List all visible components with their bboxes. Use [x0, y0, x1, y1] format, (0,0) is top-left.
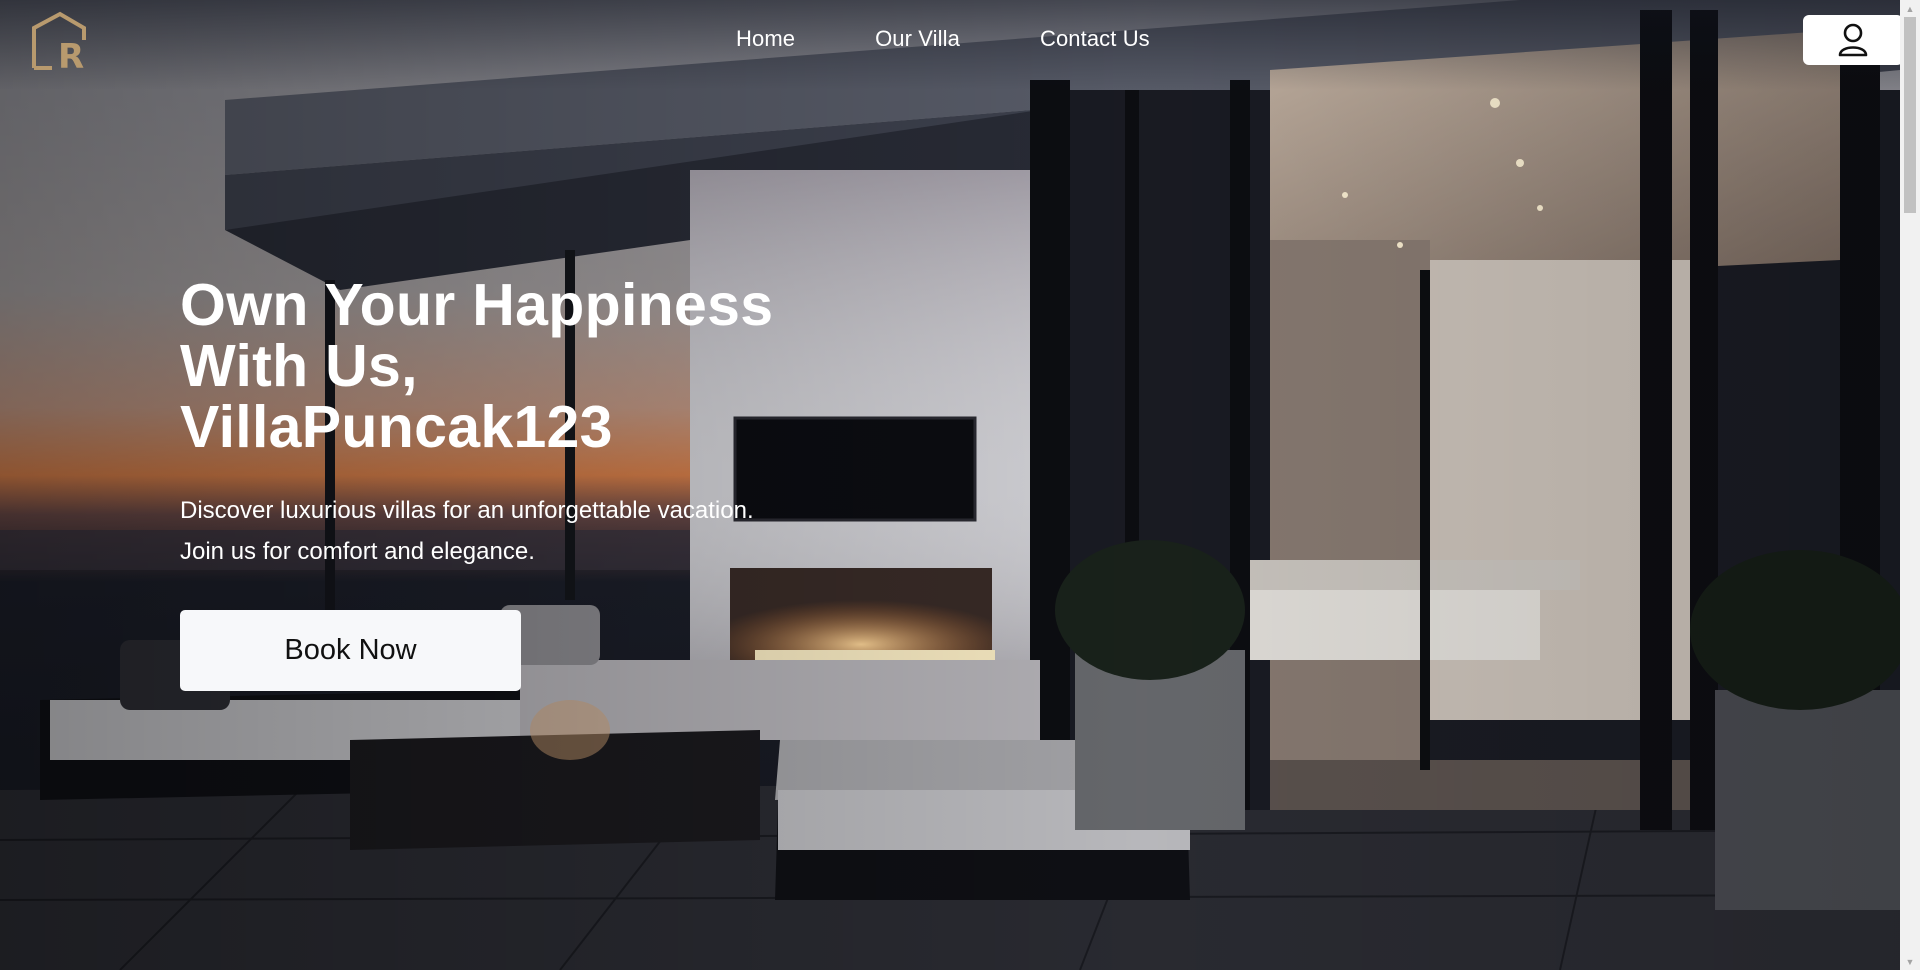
nav-contact-us[interactable]: Contact Us: [1040, 26, 1150, 52]
hero-title-line-2: With Us,: [180, 333, 418, 399]
main-nav: Home Our Villa Contact Us: [736, 26, 1150, 52]
scroll-down-arrow-icon[interactable]: ▼: [1900, 953, 1920, 970]
hero-background-image: [0, 0, 1900, 970]
book-now-button[interactable]: Book Now: [180, 610, 521, 691]
hero-title: Own Your Happiness With Us, VillaPuncak1…: [180, 275, 820, 458]
nav-our-villa[interactable]: Our Villa: [875, 26, 960, 52]
nav-home[interactable]: Home: [736, 26, 795, 52]
vertical-scrollbar[interactable]: ▲ ▼: [1900, 0, 1920, 970]
hero-title-line-3: VillaPuncak123: [180, 394, 613, 460]
brand-logo[interactable]: R: [30, 10, 88, 77]
logo-house-icon: R: [32, 11, 86, 77]
user-icon: [1838, 23, 1868, 57]
hero-title-line-1: Own Your Happiness: [180, 272, 774, 338]
hero-overlay: [0, 0, 1900, 970]
account-button[interactable]: [1803, 15, 1903, 65]
scroll-up-arrow-icon[interactable]: ▲: [1900, 0, 1920, 17]
hero-subtitle-line-1: Discover luxurious villas for an unforge…: [180, 497, 754, 524]
landing-page: R Home Our Villa Contact Us Own Your Hap…: [0, 0, 1920, 970]
scrollbar-thumb[interactable]: [1904, 17, 1916, 213]
logo-letter: R: [58, 37, 84, 70]
hero-subtitle-line-2: Join us for comfort and elegance.: [180, 538, 535, 565]
hero-subtitle: Discover luxurious villas for an unforge…: [180, 490, 754, 572]
